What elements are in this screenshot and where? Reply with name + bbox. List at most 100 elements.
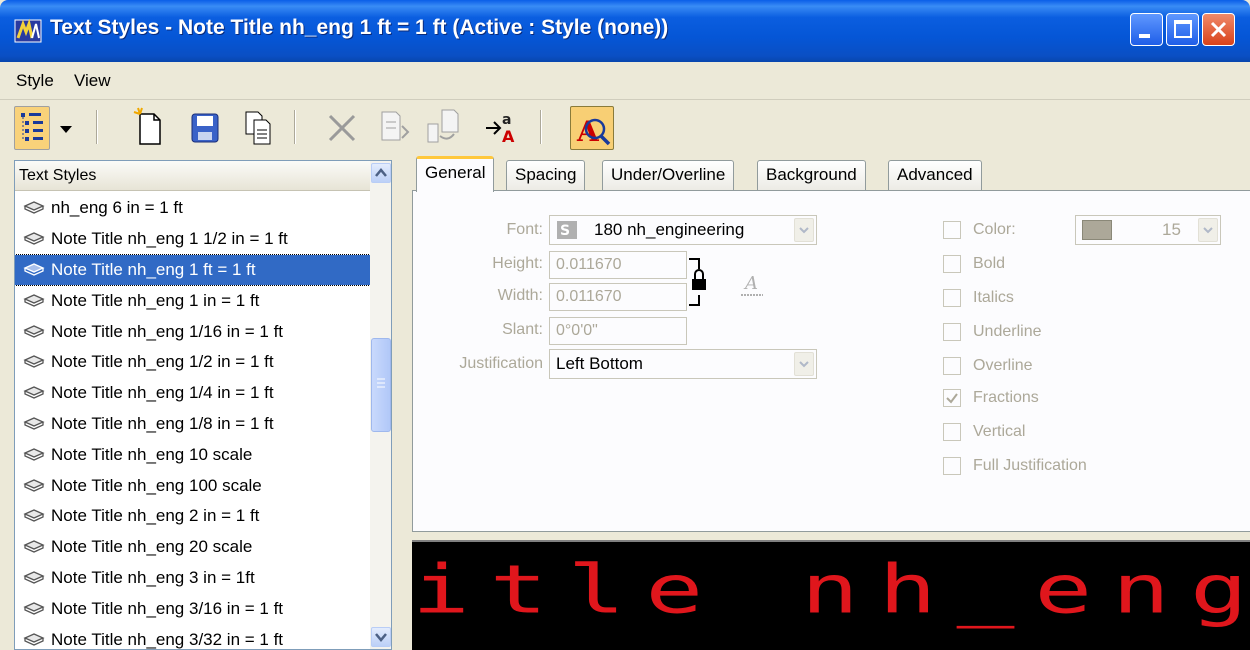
- text-style-icon: [23, 602, 45, 615]
- tab-advanced[interactable]: Advanced: [888, 160, 982, 190]
- color-select[interactable]: 15: [1075, 215, 1221, 245]
- text-style-icon: [23, 448, 45, 461]
- list-item[interactable]: Note Title nh_eng 3 in = 1ft: [15, 563, 370, 594]
- scroll-down-button[interactable]: [371, 627, 391, 647]
- italics-checkbox[interactable]: [943, 289, 961, 307]
- tree-view-dropdown[interactable]: [54, 106, 78, 150]
- list-item[interactable]: Note Title nh_eng 1 in = 1 ft: [15, 285, 370, 316]
- text-style-icon: [23, 355, 45, 369]
- tab-background[interactable]: Background: [757, 160, 866, 190]
- import-icon[interactable]: a A: [480, 106, 516, 150]
- vertical-checkbox[interactable]: [943, 423, 961, 441]
- close-button[interactable]: [1202, 13, 1235, 46]
- color-label: Color:: [973, 221, 1016, 238]
- overline-checkbox[interactable]: [943, 357, 961, 375]
- grip-icon: [377, 378, 385, 388]
- text-size-pick-icon[interactable]: A: [739, 271, 767, 301]
- maximize-button[interactable]: [1166, 13, 1199, 46]
- vertical-label: Vertical: [973, 423, 1026, 440]
- scroll-up-button[interactable]: [371, 163, 391, 183]
- list-item-label: Note Title nh_eng 1 ft = 1 ft: [51, 259, 256, 279]
- chevron-down-icon: [799, 227, 809, 234]
- text-styles-list: nh_eng 6 in = 1 ft Note Title nh_eng 1 1/…: [15, 193, 371, 649]
- list-item-label: Note Title nh_eng 10 scale: [51, 444, 253, 464]
- toolbar-separator: [540, 110, 542, 144]
- width-input[interactable]: 0.011670: [549, 283, 687, 311]
- window-title: Text Styles - Note Title nh_eng 1 ft = 1…: [50, 16, 669, 39]
- list-scrollbar[interactable]: [370, 161, 391, 649]
- font-select[interactable]: S 180 nh_engineering: [549, 215, 817, 245]
- text-style-icon: [23, 201, 45, 215]
- update-from-library-icon[interactable]: [376, 106, 412, 150]
- list-item[interactable]: Note Title nh_eng 1/4 in = 1 ft: [15, 378, 370, 409]
- list-item-label: Note Title nh_eng 3/16 in = 1 ft: [51, 598, 284, 618]
- height-input[interactable]: 0.011670: [549, 251, 687, 279]
- minimize-button[interactable]: [1130, 13, 1163, 46]
- preview-splitter[interactable]: [412, 532, 1250, 540]
- list-item[interactable]: Note Title nh_eng 1 1/2 in = 1 ft: [15, 224, 370, 255]
- minimize-icon: [1139, 34, 1150, 38]
- fractions-label: Fractions: [973, 389, 1039, 406]
- title-bar[interactable]: Text Styles - Note Title nh_eng 1 ft = 1…: [0, 0, 1250, 62]
- preview-text: itle nh_eng 1 ft: [412, 550, 1250, 629]
- toolbar-separator: [96, 110, 98, 144]
- text-style-icon: [23, 540, 45, 553]
- list-item[interactable]: nh_eng 6 in = 1 ft: [15, 193, 370, 224]
- font-value: 180 nh_engineering: [594, 220, 745, 239]
- underline-checkbox[interactable]: [943, 323, 961, 341]
- list-item[interactable]: Note Title nh_eng 3/16 in = 1 ft: [15, 593, 370, 624]
- full-justification-label: Full Justification: [973, 457, 1087, 474]
- svg-text:S: S: [560, 223, 570, 239]
- save-icon[interactable]: [186, 106, 222, 150]
- text-style-icon: [23, 478, 45, 492]
- list-item-label: Note Title nh_eng 2 in = 1 ft: [51, 506, 260, 526]
- list-item[interactable]: Note Title nh_eng 100 scale: [15, 470, 370, 501]
- tab-under-overline[interactable]: Under/Overline: [602, 160, 735, 190]
- text-style-icon: [23, 232, 45, 245]
- height-label: Height:: [492, 255, 543, 272]
- menu-style[interactable]: Style: [16, 71, 54, 91]
- justification-select[interactable]: Left Bottom: [549, 349, 817, 379]
- font-dropdown-button[interactable]: [794, 218, 814, 242]
- color-dropdown-button[interactable]: [1198, 218, 1218, 242]
- list-item-label: Note Title nh_eng 1/8 in = 1 ft: [51, 413, 274, 433]
- list-item[interactable]: Note Title nh_eng 2 in = 1 ft: [15, 501, 370, 532]
- delete-icon[interactable]: [324, 106, 360, 150]
- list-item[interactable]: Note Title nh_eng 20 scale: [15, 532, 370, 563]
- tree-view-icon: [21, 113, 43, 141]
- list-item[interactable]: Note Title nh_eng 10 scale: [15, 439, 370, 470]
- tree-view-button[interactable]: [14, 106, 50, 150]
- list-item-label: Note Title nh_eng 100 scale: [51, 475, 262, 495]
- width-label: Width:: [497, 287, 543, 304]
- new-style-icon[interactable]: [130, 106, 166, 150]
- list-item[interactable]: Note Title nh_eng 1/16 in = 1 ft: [15, 316, 370, 347]
- menu-view[interactable]: View: [74, 71, 111, 91]
- list-item-label: Note Title nh_eng 1/16 in = 1 ft: [51, 321, 284, 341]
- justification-dropdown-button[interactable]: [794, 352, 814, 376]
- list-item[interactable]: Note Title nh_eng 1/8 in = 1 ft: [15, 409, 370, 440]
- font-label: Font:: [506, 221, 543, 238]
- toolbar-separator: [294, 110, 296, 144]
- list-item[interactable]: Note Title nh_eng 1/2 in = 1 ft: [15, 347, 370, 378]
- full-justification-checkbox[interactable]: [943, 457, 961, 475]
- color-swatch: [1082, 220, 1112, 240]
- list-header[interactable]: Text Styles: [15, 161, 370, 191]
- text-styles-list-panel: Text Styles nh_eng 6 in = 1 ft Note Title…: [14, 160, 392, 650]
- copy-icon[interactable]: [240, 106, 276, 150]
- slant-input[interactable]: 0°0'0": [549, 317, 687, 345]
- scroll-thumb[interactable]: [371, 338, 391, 432]
- text-style-icon: [23, 386, 45, 399]
- tab-spacing[interactable]: Spacing: [506, 160, 586, 190]
- bold-checkbox[interactable]: [943, 255, 961, 273]
- tab-general[interactable]: General: [416, 156, 495, 192]
- color-checkbox[interactable]: [943, 221, 961, 239]
- aspect-lock-icon[interactable]: [687, 255, 727, 311]
- toolbar: a A A: [0, 100, 1250, 156]
- fractions-checkbox[interactable]: [943, 389, 961, 407]
- replace-icon[interactable]: [424, 106, 464, 150]
- text-style-icon: [23, 632, 45, 646]
- style-settings-pane: General Spacing Under/Overline Backgroun…: [412, 154, 1250, 650]
- list-item[interactable]: Note Title nh_eng 3/32 in = 1 ft: [15, 624, 370, 649]
- preview-toggle-button[interactable]: A: [570, 106, 614, 150]
- list-item[interactable]: Note Title nh_eng 1 ft = 1 ft: [15, 253, 371, 287]
